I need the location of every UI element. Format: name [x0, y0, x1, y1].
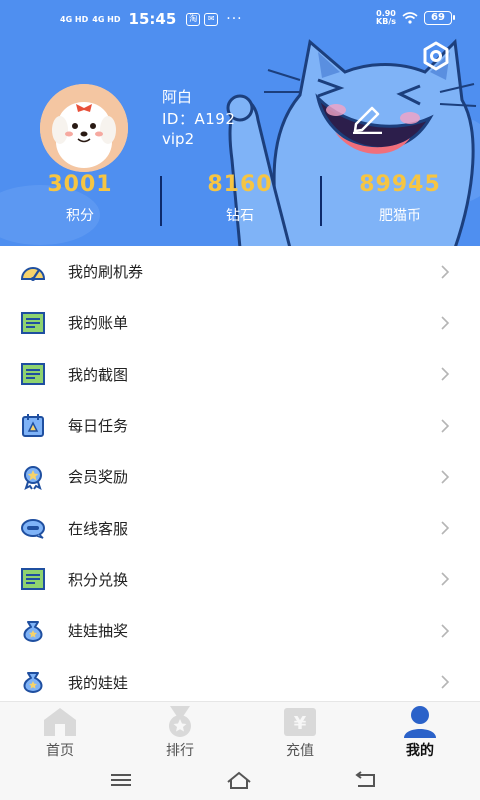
- badge-award-icon: [24, 465, 42, 490]
- menu-list: 我的刷机券 我的账单 我的截图 每日任务 会员奖励 在线客服 积分兑换 娃娃抽奖…: [0, 246, 480, 708]
- yen-recharge-icon: ¥: [284, 708, 316, 736]
- bottom-tab-bar: 首页 排行 ¥ 充值 我的: [0, 701, 480, 761]
- chevron-right-icon: [441, 265, 450, 279]
- profile-header: 4G HD 4G HD 15:45 淘 ✉ ··· 0.90 KB/s 69 阿…: [0, 0, 480, 248]
- stat-value: 89945: [359, 172, 441, 197]
- status-left: 4G HD 4G HD 15:45 淘 ✉ ···: [60, 10, 243, 28]
- chevron-right-icon: [441, 624, 450, 638]
- avatar[interactable]: [40, 84, 128, 172]
- more-notifications-icon: ···: [226, 11, 243, 27]
- signal-icon: 4G HD: [60, 14, 89, 24]
- home-icon: [44, 708, 76, 736]
- user-icon: [404, 706, 436, 738]
- medal-icon: [169, 706, 191, 737]
- calendar-task-icon: [22, 413, 44, 437]
- chevron-right-icon: [441, 470, 450, 484]
- wifi-icon: [402, 12, 418, 24]
- system-navigation-bar: [0, 761, 480, 800]
- chevron-right-icon: [441, 521, 450, 535]
- menu-item-label: 会员奖励: [68, 468, 129, 487]
- status-bar: 4G HD 4G HD 15:45 淘 ✉ ··· 0.90 KB/s 69: [0, 0, 480, 38]
- tab-label: 我的: [406, 743, 434, 759]
- menu-item-bills[interactable]: 我的账单: [0, 297, 480, 349]
- status-right: 0.90 KB/s 69: [376, 9, 455, 26]
- menu-item-label: 积分兑换: [68, 570, 129, 589]
- back-icon[interactable]: [352, 770, 378, 790]
- menu-icon[interactable]: [108, 770, 134, 790]
- svg-text:¥: ¥: [294, 713, 307, 734]
- chevron-right-icon: [441, 675, 450, 689]
- stats-row: 3001 积分 8160 钻石 89945 肥猫币: [0, 170, 480, 232]
- menu-item-doll-lottery[interactable]: 娃娃抽奖: [0, 605, 480, 657]
- dog-avatar-icon: [40, 84, 128, 172]
- gauge-icon: [20, 266, 46, 281]
- screenshot-icon: [21, 363, 45, 386]
- menu-item-label: 我的截图: [68, 365, 129, 384]
- stat-label: 积分: [66, 208, 94, 224]
- stat-label: 钻石: [226, 208, 254, 224]
- bill-icon: [21, 311, 45, 334]
- settings-icon[interactable]: [420, 40, 452, 72]
- menu-item-label: 在线客服: [68, 519, 129, 538]
- user-id: ID：A192: [162, 110, 236, 128]
- chevron-right-icon: [441, 316, 450, 330]
- profile-page: 4G HD 4G HD 15:45 淘 ✉ ··· 0.90 KB/s 69 阿…: [0, 0, 480, 800]
- menu-item-daily-tasks[interactable]: 每日任务: [0, 399, 480, 452]
- signal-icon-2: 4G HD: [92, 14, 121, 24]
- menu-item-label: 我的娃娃: [68, 673, 129, 692]
- doll-bag-icon: [23, 672, 43, 694]
- user-name: 阿白: [162, 88, 193, 106]
- menu-item-label: 每日任务: [68, 417, 129, 436]
- tab-label: 充值: [286, 743, 314, 759]
- stat-value: 8160: [207, 172, 273, 197]
- menu-item-points-exchange[interactable]: 积分兑换: [0, 553, 480, 606]
- chevron-right-icon: [441, 572, 450, 586]
- menu-item-label: 我的刷机券: [68, 263, 144, 282]
- chevron-right-icon: [441, 367, 450, 381]
- battery-icon: 69: [424, 11, 455, 25]
- tab-label: 首页: [46, 743, 74, 759]
- net-speed: 0.90 KB/s: [376, 9, 396, 26]
- home-nav-icon[interactable]: [226, 770, 252, 790]
- user-vip-level: vip2: [162, 130, 195, 148]
- edit-icon[interactable]: [350, 104, 384, 134]
- taobao-icon: 淘: [186, 12, 201, 26]
- stat-points[interactable]: 3001 积分: [0, 170, 160, 232]
- clock: 15:45: [128, 10, 177, 28]
- stat-value: 3001: [47, 172, 113, 197]
- menu-item-label: 我的账单: [68, 314, 129, 333]
- tab-label: 排行: [166, 743, 194, 759]
- money-bag-icon: [23, 620, 43, 642]
- tab-mine[interactable]: 我的: [360, 702, 480, 761]
- stat-fatcat-coins[interactable]: 89945 肥猫币: [320, 170, 480, 232]
- stat-label: 肥猫币: [379, 208, 421, 224]
- menu-item-my-dolls[interactable]: 我的娃娃: [0, 656, 480, 708]
- menu-item-online-service[interactable]: 在线客服: [0, 502, 480, 554]
- tab-recharge[interactable]: ¥ 充值: [240, 702, 360, 761]
- tab-ranking[interactable]: 排行: [120, 702, 240, 761]
- tab-home[interactable]: 首页: [0, 702, 120, 761]
- chat-service-icon: [21, 519, 45, 539]
- menu-item-label: 娃娃抽奖: [68, 622, 129, 641]
- chevron-right-icon: [441, 418, 450, 433]
- mail-icon: ✉: [204, 12, 219, 26]
- stat-diamonds[interactable]: 8160 钻石: [160, 170, 320, 232]
- menu-item-screenshots[interactable]: 我的截图: [0, 348, 480, 400]
- menu-item-flash-coupons[interactable]: 我的刷机券: [0, 246, 480, 298]
- menu-item-member-rewards[interactable]: 会员奖励: [0, 451, 480, 503]
- exchange-icon: [21, 568, 45, 591]
